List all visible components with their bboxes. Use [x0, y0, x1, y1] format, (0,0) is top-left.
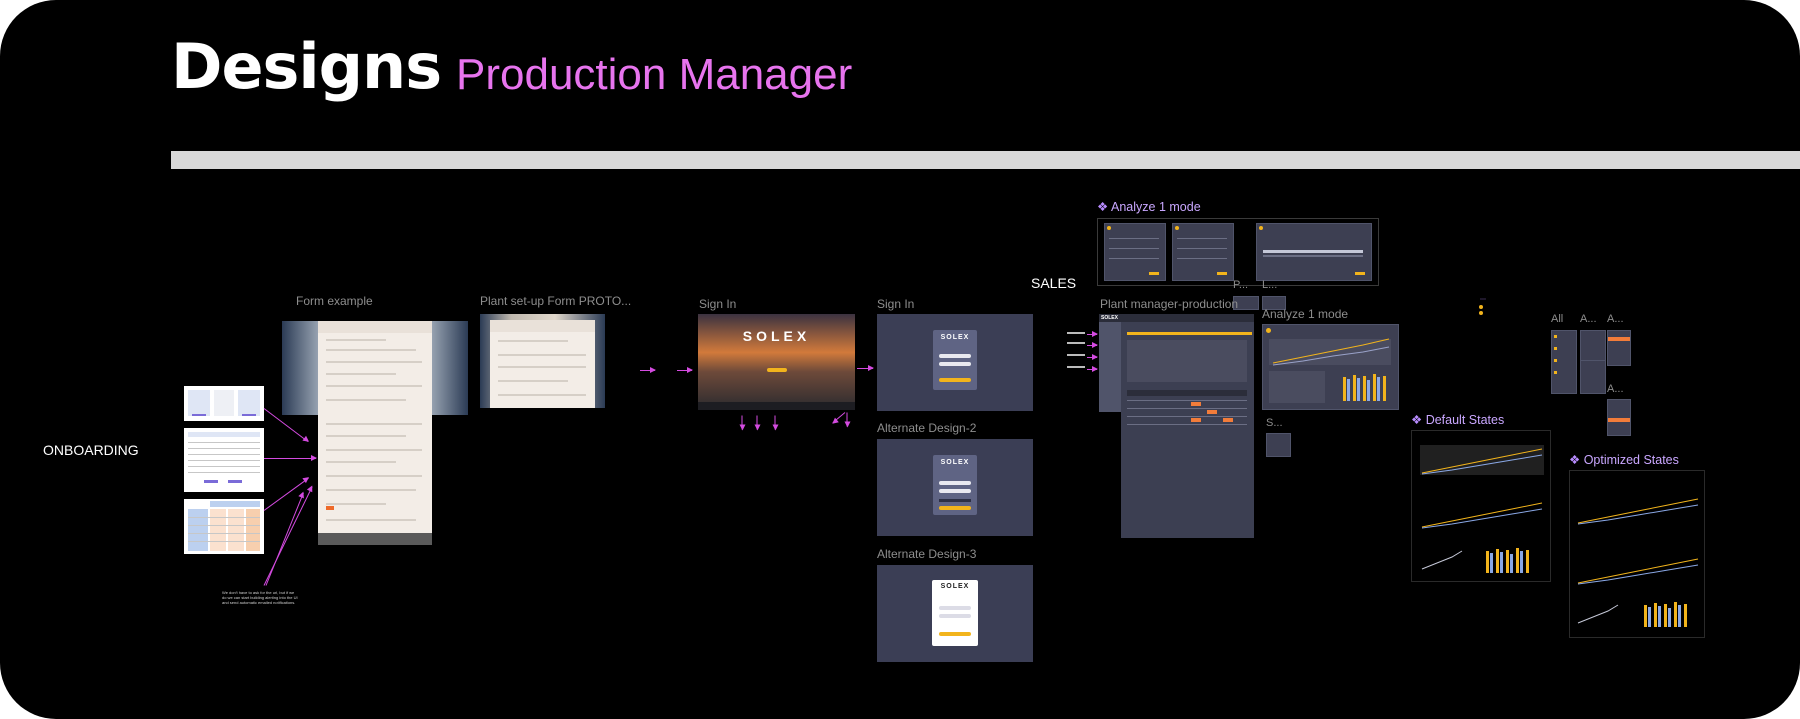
onboarding-section-label: ONBOARDING [43, 442, 139, 458]
solex-logo-tiny: SOLEX [1101, 315, 1118, 321]
frame-label-a2: A... [1607, 313, 1624, 325]
frame-label-s: S... [1266, 417, 1283, 429]
component-label-default-states: ❖ Default States [1411, 412, 1504, 427]
component-name: Optimized States [1583, 453, 1679, 467]
optimized-states-component[interactable] [1569, 470, 1705, 638]
plant-manager-table[interactable] [1121, 382, 1254, 538]
frame-label-sign-in-1: Sign In [699, 297, 737, 311]
component-icon: ❖ [1569, 453, 1581, 467]
frame-label-a3: A... [1607, 383, 1624, 395]
frame-label-all: All [1551, 313, 1564, 325]
login-card-light: SOLEX [932, 580, 978, 646]
a1-variant-frame-2[interactable] [1580, 360, 1606, 394]
frame-label-a1: A... [1580, 313, 1597, 325]
analyze-1-mode-frame[interactable] [1262, 324, 1399, 410]
login-card: SOLEX [933, 330, 977, 390]
component-name: Analyze 1 mode [1111, 200, 1201, 214]
solex-logo-small: SOLEX [940, 583, 970, 590]
component-name: Default States [1425, 413, 1505, 427]
sign-in-dark-frame[interactable]: SOLEX [877, 314, 1033, 411]
page-subtitle: Production Manager [456, 50, 853, 99]
component-label-optimized-states: ❖ Optimized States [1569, 452, 1679, 467]
frame-label-alt-design-3: Alternate Design-3 [877, 547, 977, 561]
header-divider [171, 151, 1800, 169]
frame-label-plant-manager: Plant manager-production [1100, 297, 1239, 311]
frame-label-plant-setup: Plant set-up Form PROTO... [480, 294, 632, 308]
form-example-continued[interactable] [318, 415, 432, 545]
onboarding-note: We don't have to ask for the url, but if… [222, 590, 298, 605]
alternate-design-3-frame[interactable]: SOLEX [877, 565, 1033, 662]
spreadsheet-thumbnail-1[interactable] [184, 386, 264, 421]
optimized-states-charts [1577, 498, 1699, 627]
form-example-frame[interactable] [282, 321, 468, 415]
sign-in-hero-frame[interactable]: SOLEX [698, 314, 855, 410]
a1-variant-frame[interactable] [1580, 330, 1606, 362]
frame-label-alt-design-2: Alternate Design-2 [877, 421, 977, 435]
component-icon: ❖ [1097, 200, 1109, 214]
analyze-1-mode-component[interactable] [1097, 218, 1379, 286]
sales-section-label: SALES [1031, 275, 1077, 291]
frame-label-p: P... [1233, 279, 1249, 291]
component-icon: ❖ [1411, 413, 1423, 427]
default-states-charts [1421, 448, 1543, 573]
a2-variant-frame[interactable] [1607, 330, 1631, 366]
all-variants-frame[interactable] [1551, 330, 1577, 394]
design-canvas: Designs Production Manager ONBOARDING SA… [0, 0, 1800, 719]
solex-logo-small: SOLEX [940, 334, 970, 341]
spreadsheet-thumbnail-3[interactable] [184, 499, 264, 554]
sign-in-hero-button[interactable] [767, 368, 787, 372]
solex-logo: SOLEX [742, 328, 811, 344]
frame-label-l: L... [1262, 279, 1278, 291]
more-variants-icon[interactable]: ⋯ [1480, 296, 1486, 303]
variant-dot-1[interactable] [1479, 305, 1483, 309]
variant-dot-2[interactable] [1479, 311, 1483, 315]
frame-label-analyze-1-mode: Analyze 1 mode [1262, 307, 1349, 321]
component-label-analyze-1-mode: ❖ Analyze 1 mode [1097, 199, 1201, 214]
page-title: Designs [171, 30, 442, 103]
plant-setup-form-frame[interactable] [480, 314, 605, 408]
s-frame[interactable] [1266, 433, 1291, 457]
default-states-component[interactable] [1411, 430, 1551, 582]
alternate-design-2-frame[interactable]: SOLEX [877, 439, 1033, 536]
frame-label-sign-in-2: Sign In [877, 297, 915, 311]
frame-label-form-example: Form example [296, 294, 373, 308]
a3-variant-frame[interactable] [1607, 399, 1631, 436]
spreadsheet-thumbnail-2[interactable] [184, 428, 264, 492]
solex-logo-small: SOLEX [940, 459, 970, 466]
analyze-bar-chart [1343, 374, 1386, 401]
